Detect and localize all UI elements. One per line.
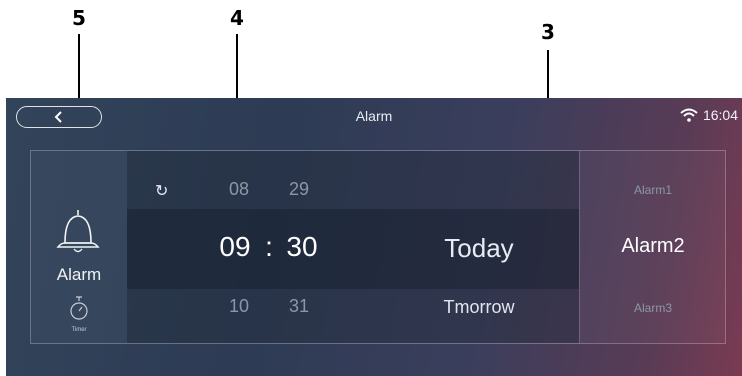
minute-option-prev[interactable]: 29 [269, 179, 329, 200]
callout-number-5: 5 [72, 6, 86, 30]
time-picker: ↻ 08 29 09 : 30 10 31 Today Tmorrow [127, 151, 579, 343]
clock-time: 16:04 [702, 107, 738, 123]
minute-selected[interactable]: 30 [272, 231, 332, 263]
minute-option-next[interactable]: 31 [269, 296, 329, 317]
hour-option-next[interactable]: 10 [209, 296, 269, 317]
top-bar: Alarm 16:04 [6, 98, 742, 136]
day-selected[interactable]: Today [389, 233, 569, 264]
wifi-icon [680, 108, 698, 122]
status-area: 16:04 [680, 107, 738, 123]
bell-icon[interactable] [55, 207, 101, 257]
callout-number-3: 3 [541, 20, 555, 44]
page-title: Alarm [355, 108, 393, 124]
timer-tab-label[interactable]: Timer [31, 327, 127, 333]
alarm-list-item[interactable]: Alarm3 [580, 301, 726, 315]
day-option-next[interactable]: Tmorrow [389, 297, 569, 318]
callout-number-4: 4 [230, 6, 244, 30]
alarm-sidebar: Alarm Timer [31, 151, 127, 343]
alarm-list: Alarm1 Alarm2 Alarm3 [579, 151, 725, 343]
alarm-panel: Alarm Timer ↻ 08 29 09 : 30 10 31 Today … [30, 150, 726, 344]
timer-icon[interactable] [69, 295, 89, 323]
alarm-list-item-selected[interactable]: Alarm2 [580, 235, 726, 258]
refresh-icon[interactable]: ↻ [155, 181, 168, 201]
alarm-list-item[interactable]: Alarm1 [580, 183, 726, 197]
hour-option-prev[interactable]: 08 [209, 179, 269, 200]
alarm-tab-label[interactable]: Alarm [31, 265, 127, 285]
car-display-screen: Alarm 16:04 Alarm Timer ↻ 08 29 09: 30 … [6, 98, 742, 376]
